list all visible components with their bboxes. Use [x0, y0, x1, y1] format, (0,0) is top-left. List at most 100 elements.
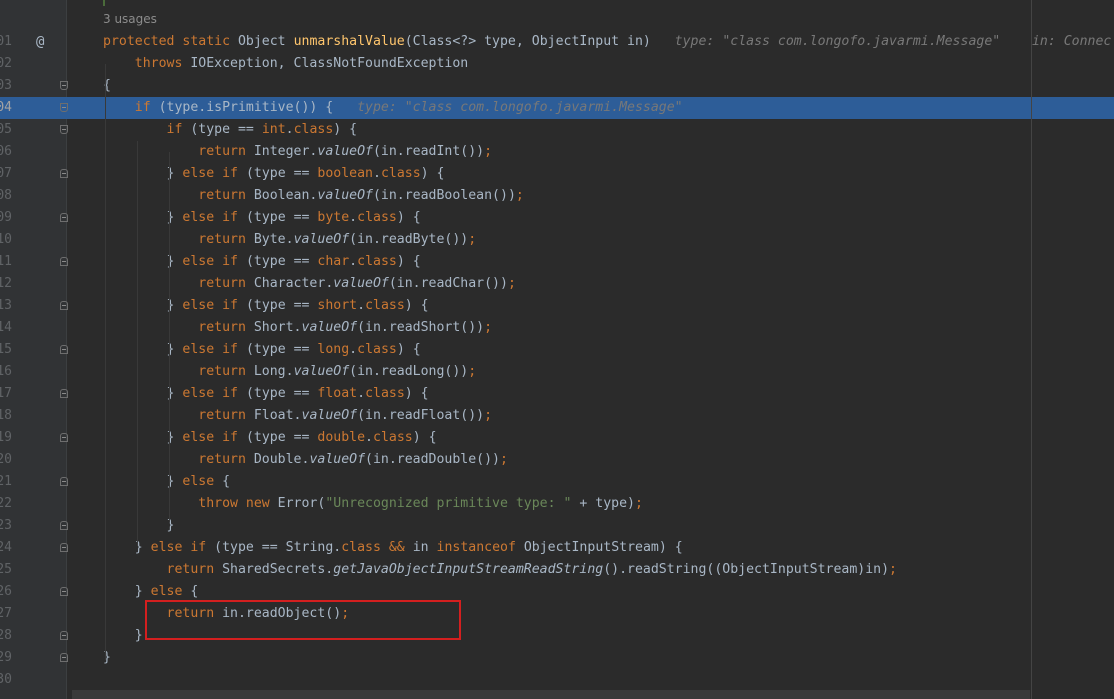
code-token: Double. — [253, 452, 310, 467]
line-number[interactable]: 10 — [0, 229, 12, 251]
code-token: ) { — [420, 166, 445, 181]
code-token: Integer. — [253, 144, 318, 159]
line-number[interactable]: 26 — [0, 581, 12, 603]
line-number[interactable]: 08 — [0, 185, 12, 207]
code-token: else if — [182, 342, 246, 357]
fold-icon[interactable] — [60, 257, 68, 266]
code-token: ObjectInputStream) { — [523, 540, 683, 555]
fold-icon[interactable] — [60, 631, 68, 640]
horizontal-scrollbar[interactable] — [72, 690, 1030, 699]
line-number[interactable]: 01 — [0, 31, 12, 53]
code-text: } else if (type == byte.class) { — [103, 207, 421, 229]
fold-icon[interactable] — [60, 587, 68, 596]
fold-icon[interactable] — [60, 389, 68, 398]
line-number[interactable]: 03 — [0, 75, 12, 97]
code-line[interactable]: 02 throws IOException, ClassNotFoundExce… — [0, 53, 1114, 75]
fold-icon[interactable] — [60, 433, 68, 442]
fold-icon[interactable] — [60, 653, 68, 662]
line-number[interactable]: 16 — [0, 361, 12, 383]
line-number[interactable]: 02 — [0, 53, 12, 75]
code-line[interactable]: 09 } else if (type == byte.class) { — [0, 207, 1114, 229]
code-line[interactable]: 23 } — [0, 515, 1114, 537]
fold-icon[interactable] — [60, 213, 68, 222]
fold-icon[interactable] — [60, 125, 68, 134]
code-token: ) { — [396, 342, 421, 357]
line-number[interactable]: 06 — [0, 141, 12, 163]
line-number[interactable]: 17 — [0, 383, 12, 405]
fold-icon[interactable] — [60, 169, 68, 178]
fold-icon[interactable] — [60, 81, 68, 90]
code-token: ) { — [396, 210, 421, 225]
line-number[interactable]: 09 — [0, 207, 12, 229]
line-number[interactable]: 21 — [0, 471, 12, 493]
code-token: (Class<?> type, ObjectInput in) — [404, 34, 651, 49]
code-line[interactable]: 15 } else if (type == long.class) { — [0, 339, 1114, 361]
line-number[interactable]: 29 — [0, 647, 12, 669]
line-number[interactable]: 13 — [0, 295, 12, 317]
code-line[interactable]: 04 if (type.isPrimitive()) { type: "clas… — [0, 97, 1114, 119]
fold-icon[interactable] — [60, 521, 68, 530]
line-number[interactable]: 27 — [0, 603, 12, 625]
code-line[interactable]: 25 return SharedSecrets.getJavaObjectInp… — [0, 559, 1114, 581]
line-number[interactable]: 14 — [0, 317, 12, 339]
code-line[interactable]: 07 } else if (type == boolean.class) { — [0, 163, 1114, 185]
code-line[interactable]: 22 throw new Error("Unrecognized primiti… — [0, 493, 1114, 515]
fold-icon[interactable] — [60, 543, 68, 552]
code-line[interactable]: 21 } else { — [0, 471, 1114, 493]
code-token: byte — [317, 210, 350, 225]
code-line[interactable]: 01 @ protected static Object unmarshalValu… — [0, 31, 1114, 53]
code-line[interactable]: 03{ — [0, 75, 1114, 97]
code-line[interactable]: 30 — [0, 669, 1114, 691]
code-token: . — [349, 254, 358, 269]
code-token: ; — [468, 364, 477, 379]
fold-icon[interactable] — [60, 345, 68, 354]
line-number[interactable]: 18 — [0, 405, 12, 427]
line-number[interactable]: 19 — [0, 427, 12, 449]
line-number[interactable]: 30 — [0, 669, 12, 691]
code-line[interactable]: 16 return Long.valueOf(in.readLong()); — [0, 361, 1114, 383]
code-line[interactable]: 08 return Boolean.valueOf(in.readBoolean… — [0, 185, 1114, 207]
line-number[interactable]: 12 — [0, 273, 12, 295]
code-token: (type == — [245, 210, 318, 225]
code-token: valueOf — [309, 452, 366, 467]
line-number[interactable]: 22 — [0, 493, 12, 515]
fold-icon[interactable] — [60, 103, 68, 112]
code-line[interactable]: 10 return Byte.valueOf(in.readByte()); — [0, 229, 1114, 251]
code-token: ; — [507, 276, 516, 291]
code-text: } else { — [103, 471, 231, 493]
code-token: ; — [515, 188, 524, 203]
code-line[interactable]: 24 } else if (type == String.class && in… — [0, 537, 1114, 559]
code-line[interactable]: 14 return Short.valueOf(in.readShort()); — [0, 317, 1114, 339]
line-number[interactable]: 28 — [0, 625, 12, 647]
code-line[interactable]: 12 return Character.valueOf(in.readChar(… — [0, 273, 1114, 295]
line-number[interactable]: 05 — [0, 119, 12, 141]
code-line[interactable]: 17 } else if (type == float.class) { — [0, 383, 1114, 405]
code-line[interactable]: 05 if (type == int.class) { — [0, 119, 1114, 141]
code-token: return — [103, 562, 223, 577]
code-line[interactable]: 11 } else if (type == char.class) { — [0, 251, 1114, 273]
line-number[interactable]: 23 — [0, 515, 12, 537]
line-number[interactable]: 24 — [0, 537, 12, 559]
code-line[interactable]: 06 return Integer.valueOf(in.readInt()); — [0, 141, 1114, 163]
line-number[interactable]: 15 — [0, 339, 12, 361]
code-line[interactable]: 20 return Double.valueOf(in.readDouble()… — [0, 449, 1114, 471]
line-number[interactable]: 04 — [0, 97, 12, 119]
code-line[interactable]: 29} — [0, 647, 1114, 669]
fold-icon[interactable] — [60, 477, 68, 486]
code-token: ) { — [412, 430, 437, 445]
override-marker-icon[interactable]: @ — [36, 31, 44, 53]
code-token: Long. — [253, 364, 294, 379]
code-token: return — [103, 144, 254, 159]
code-line[interactable]: 18 return Float.valueOf(in.readFloat()); — [0, 405, 1114, 427]
code-token: (in.readBoolean()) — [372, 188, 516, 203]
code-line[interactable]: 13 } else if (type == short.class) { — [0, 295, 1114, 317]
line-number[interactable]: 20 — [0, 449, 12, 471]
code-editor[interactable]: 3 usages 01 @ protected static Object unma… — [0, 0, 1114, 699]
fold-icon[interactable] — [60, 301, 68, 310]
usages-hint[interactable]: 3 usages — [103, 12, 157, 26]
line-number[interactable]: 11 — [0, 251, 12, 273]
line-number[interactable]: 25 — [0, 559, 12, 581]
code-line[interactable]: 19 } else if (type == double.class) { — [0, 427, 1114, 449]
line-number[interactable]: 07 — [0, 163, 12, 185]
change-marker — [103, 0, 105, 6]
